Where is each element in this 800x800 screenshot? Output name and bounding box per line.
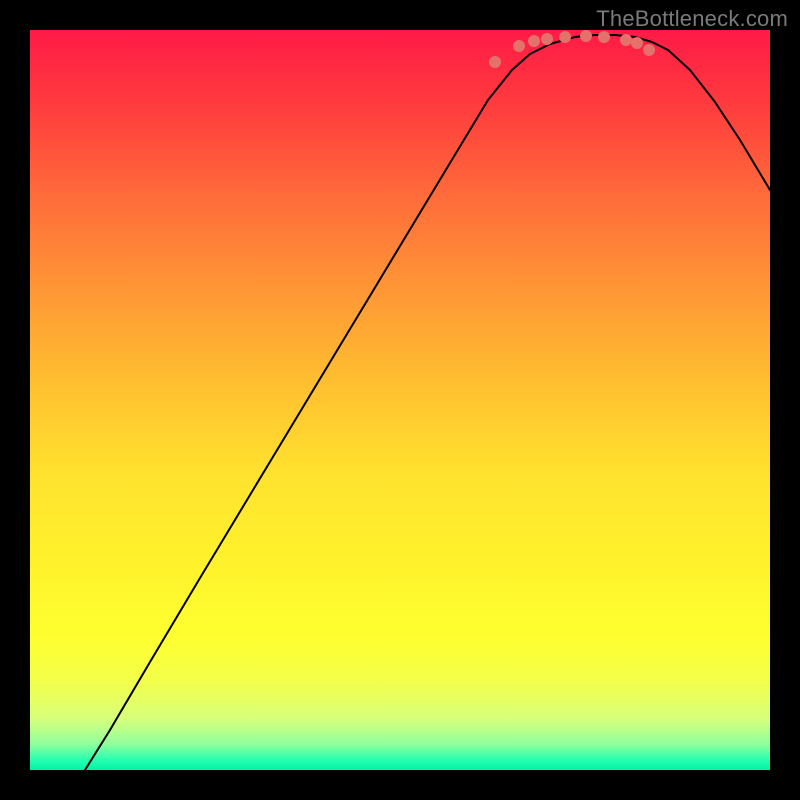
valley-marker <box>513 40 525 52</box>
chart-svg <box>30 30 770 770</box>
valley-marker <box>620 34 632 46</box>
valley-marker <box>598 31 610 43</box>
valley-marker <box>631 37 643 49</box>
bottleneck-curve-path <box>85 35 770 770</box>
watermark-text: TheBottleneck.com <box>596 6 788 32</box>
valley-marker <box>580 30 592 42</box>
series-container <box>85 30 770 770</box>
valley-marker <box>528 35 540 47</box>
chart-frame: TheBottleneck.com <box>0 0 800 800</box>
valley-marker <box>489 56 501 68</box>
valley-marker <box>643 44 655 56</box>
chart-plot-area <box>30 30 770 770</box>
valley-marker <box>559 31 571 43</box>
valley-marker <box>541 33 553 45</box>
